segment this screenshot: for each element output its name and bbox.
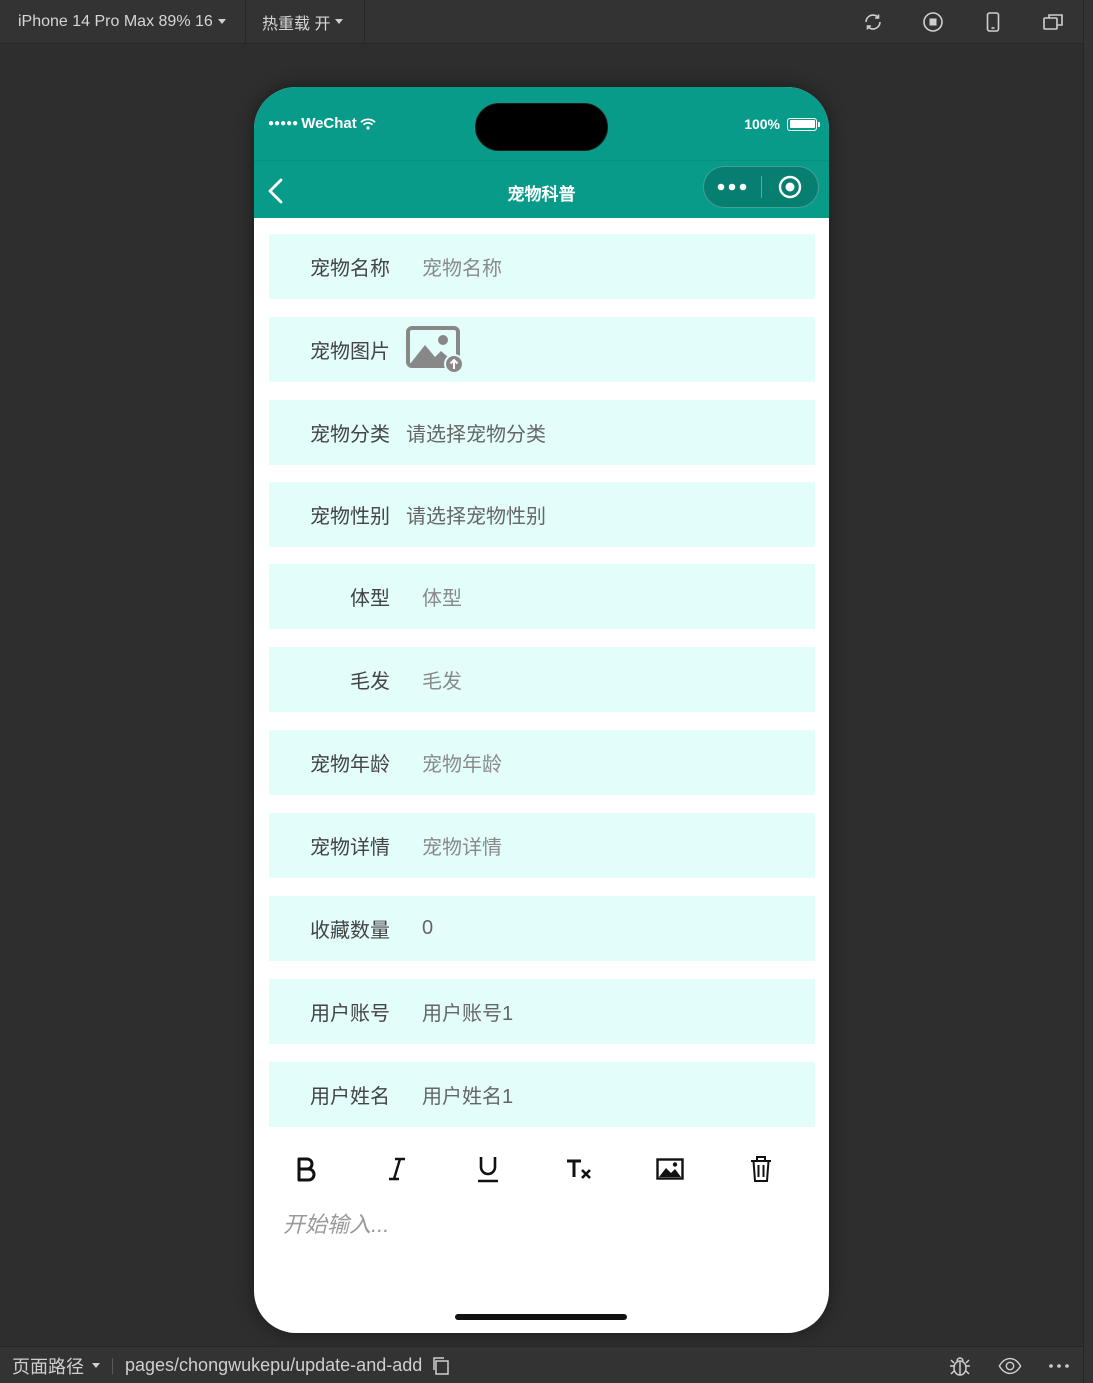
form-row-user-name[interactable]: 用户姓名 用户姓名1 — [269, 1062, 815, 1127]
more-dots-icon — [717, 183, 747, 191]
bug-icon[interactable] — [948, 1354, 972, 1378]
underline-button[interactable] — [467, 1148, 509, 1190]
form-row-user-account[interactable]: 用户账号 用户账号1 — [269, 979, 815, 1044]
page-path-label: 页面路径 — [12, 1356, 84, 1377]
field-label: 宠物年龄 — [310, 754, 390, 776]
battery-label: 100% — [744, 116, 780, 132]
chevron-down-icon — [335, 19, 344, 24]
stop-icon[interactable] — [920, 9, 946, 35]
bottom-status-bar: 页面路径 pages/chongwukepu/update-and-add — [0, 1346, 1083, 1383]
app-header: ●●●●● WeChat 100% 宠物科普 — [254, 87, 829, 218]
chevron-down-icon — [92, 1363, 100, 1368]
pet-details-input[interactable]: 宠物详情 — [422, 831, 502, 860]
home-indicator — [455, 1314, 627, 1320]
more-button[interactable] — [704, 166, 761, 208]
phone-icon[interactable] — [980, 9, 1006, 35]
pet-age-input[interactable]: 宠物年龄 — [422, 748, 502, 777]
page-path-text: pages/chongwukepu/update-and-add — [125, 1355, 423, 1375]
editor-content[interactable]: 开始输入... — [283, 1207, 389, 1239]
field-label: 宠物名称 — [310, 258, 390, 280]
dynamic-island — [475, 103, 608, 151]
phone-frame: ●●●●● WeChat 100% 宠物科普 宠物名称 宠物名称 宠物图片 宠物… — [254, 87, 829, 1333]
field-label: 用户姓名 — [310, 1086, 390, 1108]
form-row-fur[interactable]: 毛发 毛发 — [269, 647, 815, 712]
device-select[interactable]: iPhone 14 Pro Max 89% 16 — [18, 0, 226, 43]
body-type-input[interactable]: 体型 — [422, 582, 462, 611]
carrier-label: WeChat — [301, 115, 357, 132]
pet-gender-select[interactable]: 请选择宠物性别 — [406, 500, 546, 529]
chevron-down-icon — [217, 19, 226, 24]
form-row-pet-name[interactable]: 宠物名称 宠物名称 — [269, 234, 815, 299]
battery-icon — [787, 117, 820, 131]
image-upload-button[interactable] — [405, 325, 465, 375]
form-row-body-type[interactable]: 体型 体型 — [269, 564, 815, 629]
toolbar-divider — [364, 0, 365, 43]
field-label: 宠物图片 — [310, 341, 390, 363]
bold-icon — [297, 1157, 316, 1182]
page-path: pages/chongwukepu/update-and-add — [125, 1347, 450, 1383]
favorite-count-input[interactable]: 0 — [422, 917, 433, 940]
field-label: 用户账号 — [310, 1003, 390, 1025]
field-label: 宠物性别 — [310, 506, 390, 528]
clear-format-icon — [567, 1159, 591, 1179]
page-path-select[interactable]: 页面路径 — [12, 1347, 100, 1383]
bottom-divider — [112, 1358, 113, 1374]
clear-format-button[interactable] — [558, 1148, 600, 1190]
target-icon — [778, 175, 801, 199]
field-label: 宠物分类 — [310, 424, 390, 446]
signal-icon: ●●●●● — [268, 118, 299, 129]
underline-icon — [478, 1157, 498, 1183]
eye-icon[interactable] — [998, 1354, 1022, 1378]
mini-program-capsule — [703, 166, 819, 208]
image-upload-icon — [406, 325, 464, 374]
editor-toolbar — [269, 1144, 815, 1190]
copy-icon[interactable] — [432, 1356, 450, 1375]
hot-reload-select[interactable]: 热重载 开 — [262, 0, 344, 43]
form-row-favorite-count[interactable]: 收藏数量 0 — [269, 896, 815, 961]
field-label: 体型 — [350, 588, 390, 610]
pet-name-input[interactable]: 宠物名称 — [422, 252, 502, 281]
form-row-pet-age[interactable]: 宠物年龄 宠物年龄 — [269, 730, 815, 795]
refresh-icon[interactable] — [860, 9, 886, 35]
italic-button[interactable] — [376, 1148, 418, 1190]
status-carrier: ●●●●● WeChat — [268, 115, 376, 132]
toolbar-divider — [245, 0, 246, 43]
delete-button[interactable] — [740, 1148, 782, 1190]
italic-icon — [389, 1157, 405, 1181]
field-label: 收藏数量 — [310, 920, 390, 942]
field-label: 宠物详情 — [310, 837, 390, 859]
user-account-input[interactable]: 用户账号1 — [422, 997, 513, 1026]
bold-button[interactable] — [285, 1148, 327, 1190]
form-row-pet-details[interactable]: 宠物详情 宠物详情 — [269, 813, 815, 878]
form-row-pet-image: 宠物图片 — [269, 317, 815, 382]
wifi-icon — [360, 117, 376, 130]
hot-reload-label: 热重载 开 — [262, 15, 331, 33]
form-row-pet-gender[interactable]: 宠物性别 请选择宠物性别 — [269, 482, 815, 547]
trash-icon — [751, 1156, 771, 1182]
simulator-toolbar: iPhone 14 Pro Max 89% 16 热重载 开 — [0, 0, 1093, 44]
right-panel-edge — [1083, 0, 1093, 1383]
field-label: 毛发 — [350, 671, 390, 693]
nav-divider — [254, 160, 829, 161]
image-icon — [656, 1158, 684, 1180]
insert-image-button[interactable] — [649, 1148, 691, 1190]
user-name-input[interactable]: 用户姓名1 — [422, 1080, 513, 1109]
close-miniprogram-button[interactable] — [761, 166, 818, 208]
pet-category-select[interactable]: 请选择宠物分类 — [406, 418, 546, 447]
more-icon[interactable] — [1047, 1354, 1071, 1378]
form-row-pet-category[interactable]: 宠物分类 请选择宠物分类 — [269, 400, 815, 465]
window-icon[interactable] — [1040, 9, 1066, 35]
status-battery: 100% — [744, 116, 820, 132]
device-select-label: iPhone 14 Pro Max 89% 16 — [18, 12, 213, 30]
fur-input[interactable]: 毛发 — [422, 665, 462, 694]
